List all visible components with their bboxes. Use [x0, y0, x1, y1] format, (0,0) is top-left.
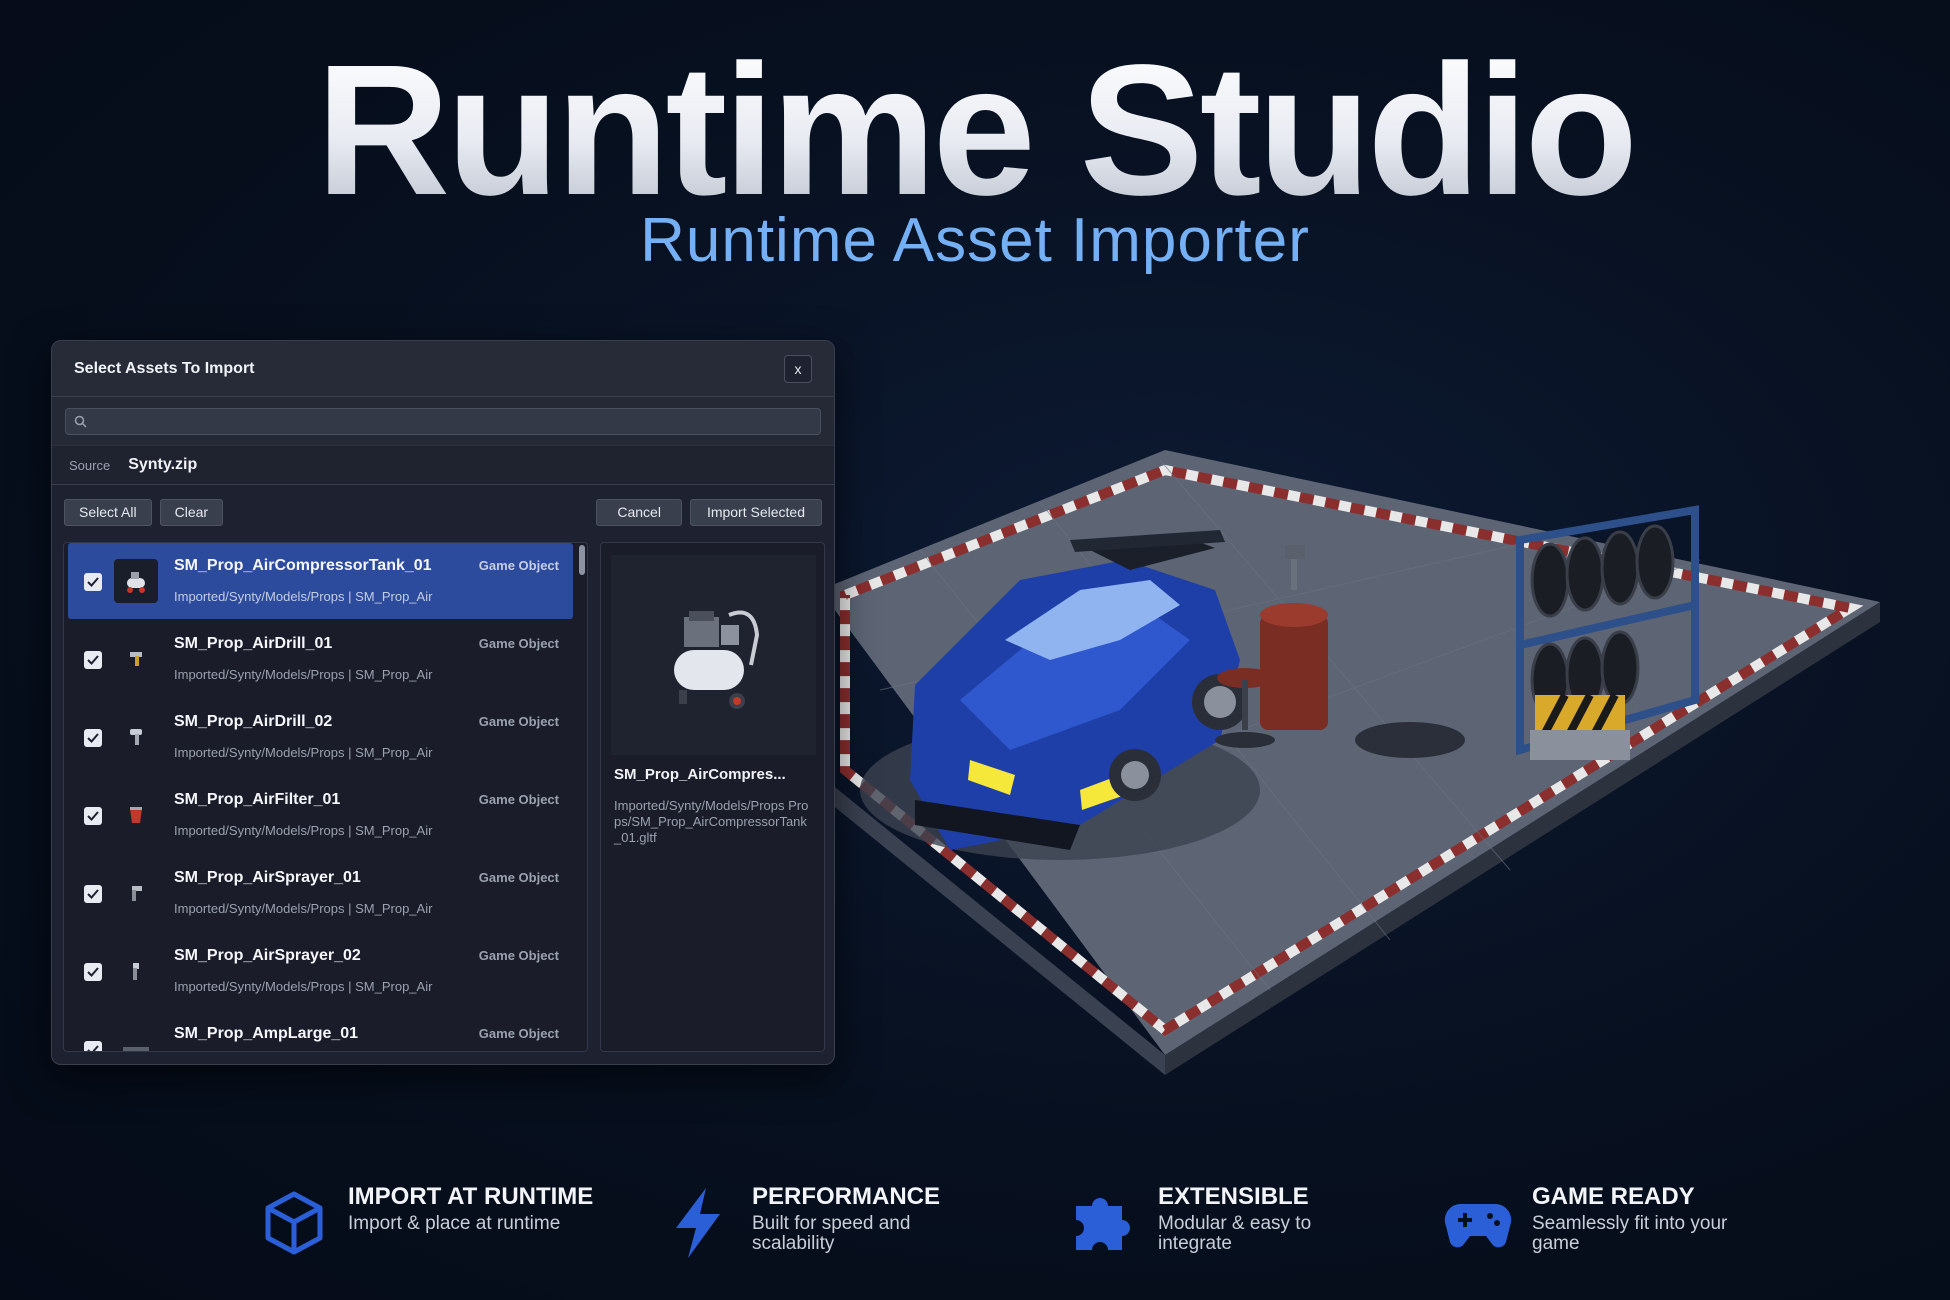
item-name: SM_Prop_AirDrill_01	[174, 635, 333, 652]
feature-desc: Modular & easy to integrate	[1158, 1213, 1312, 1254]
air-sprayer-icon	[114, 949, 158, 993]
feature-title: EXTENSIBLE	[1158, 1183, 1309, 1210]
item-type: Game Object	[478, 558, 559, 573]
item-type: Game Object	[478, 714, 559, 729]
action-row: Select All Clear Cancel Import Selected	[52, 485, 834, 539]
item-checkbox[interactable]	[84, 573, 102, 591]
lightning-icon	[676, 1188, 720, 1258]
dialog-header: Select Assets To Import x	[52, 341, 834, 397]
preview-image	[611, 555, 816, 755]
check-icon	[87, 733, 99, 743]
puzzle-icon	[1076, 1198, 1130, 1250]
item-name: SM_Prop_AmpLarge_01	[174, 1025, 359, 1042]
check-icon	[87, 1045, 99, 1051]
list-item[interactable]: SM_Prop_AirFilter_01 Game Object Importe…	[68, 777, 573, 853]
hero-title: Runtime Studio	[0, 38, 1950, 224]
item-checkbox[interactable]	[84, 807, 102, 825]
preview-name: SM_Prop_AirCompres...	[614, 766, 786, 783]
feature-desc: Import & place at runtime	[348, 1213, 561, 1234]
check-icon	[87, 655, 99, 665]
feature-title: IMPORT AT RUNTIME	[348, 1183, 594, 1210]
gamepad-icon	[1444, 1204, 1512, 1248]
cube-icon	[265, 1191, 323, 1255]
item-type: Game Object	[478, 1026, 559, 1041]
list-item[interactable]: SM_Prop_AmpLarge_01 Game Object	[68, 1011, 573, 1051]
item-checkbox[interactable]	[84, 729, 102, 747]
source-value: Synty.zip	[128, 456, 198, 473]
search-row	[52, 397, 834, 445]
search-field[interactable]	[65, 407, 821, 435]
dialog-title: Select Assets To Import	[74, 359, 255, 377]
list-item[interactable]: SM_Prop_AirDrill_01 Game Object Imported…	[68, 621, 573, 697]
list-item[interactable]: SM_Prop_AirCompressorTank_01 Game Object…	[68, 543, 573, 619]
preview-panel: SM_Prop_AirCompres... Imported/Synty/Mod…	[600, 542, 825, 1052]
search-icon	[74, 415, 87, 428]
item-path: Imported/Synty/Models/Props | SM_Prop_Ai…	[174, 979, 433, 994]
feature-desc: Built for speed and scalability	[752, 1213, 911, 1254]
preview-path: Imported/Synty/Models/Props Props/SM_Pro…	[614, 798, 809, 845]
item-path: Imported/Synty/Models/Props | SM_Prop_Ai…	[174, 901, 433, 916]
air-compressor-icon	[114, 559, 158, 603]
search-input[interactable]	[93, 413, 820, 429]
air-drill-icon	[114, 637, 158, 681]
source-label: Source	[69, 457, 111, 473]
list-item[interactable]: SM_Prop_AirSprayer_01 Game Object Import…	[68, 855, 573, 931]
select-all-button[interactable]: Select All	[64, 498, 152, 526]
item-checkbox[interactable]	[84, 651, 102, 669]
item-type: Game Object	[478, 636, 559, 651]
cancel-button[interactable]: Cancel	[596, 498, 682, 526]
feature-title: GAME READY	[1532, 1183, 1695, 1210]
check-icon	[87, 811, 99, 821]
close-button[interactable]: x	[784, 354, 812, 383]
list-scrollbar[interactable]	[579, 545, 585, 575]
amp-icon	[114, 1027, 158, 1051]
item-checkbox[interactable]	[84, 885, 102, 903]
air-filter-icon	[114, 793, 158, 837]
item-type: Game Object	[478, 870, 559, 885]
item-checkbox[interactable]	[84, 1041, 102, 1051]
check-icon	[87, 577, 99, 587]
hero-subtitle: Runtime Asset Importer	[640, 206, 1310, 275]
import-selected-button[interactable]: Import Selected	[689, 498, 822, 526]
garage-scene-illustration	[820, 450, 1880, 1075]
item-name: SM_Prop_AirSprayer_01	[174, 869, 361, 886]
import-dialog: Select Assets To Import x Source Synty.z…	[51, 340, 835, 1065]
item-path: Imported/Synty/Models/Props | SM_Prop_Ai…	[174, 667, 433, 682]
air-sprayer-icon	[114, 871, 158, 915]
air-compressor-icon	[673, 610, 759, 709]
item-type: Game Object	[478, 792, 559, 807]
item-path: Imported/Synty/Models/Props | SM_Prop_Ai…	[174, 745, 433, 760]
item-path: Imported/Synty/Models/Props | SM_Prop_Ai…	[174, 823, 433, 838]
item-name: SM_Prop_AirCompressorTank_01	[174, 557, 432, 574]
source-row: Source Synty.zip	[52, 445, 834, 485]
list-item[interactable]: SM_Prop_AirDrill_02 Game Object Imported…	[68, 699, 573, 775]
item-checkbox[interactable]	[84, 963, 102, 981]
asset-list[interactable]: SM_Prop_AirCompressorTank_01 Game Object…	[63, 542, 588, 1052]
item-path: Imported/Synty/Models/Props | SM_Prop_Ai…	[174, 589, 433, 604]
clear-button[interactable]: Clear	[159, 498, 224, 526]
item-name: SM_Prop_AirSprayer_02	[174, 947, 361, 964]
item-type: Game Object	[478, 948, 559, 963]
air-drill-icon	[114, 715, 158, 759]
item-name: SM_Prop_AirFilter_01	[174, 791, 341, 808]
check-icon	[87, 889, 99, 899]
feature-title: PERFORMANCE	[752, 1183, 941, 1210]
list-item[interactable]: SM_Prop_AirSprayer_02 Game Object Import…	[68, 933, 573, 1009]
item-name: SM_Prop_AirDrill_02	[174, 713, 333, 730]
feature-desc: Seamlessly fit into your game	[1532, 1213, 1728, 1254]
check-icon	[87, 967, 99, 977]
